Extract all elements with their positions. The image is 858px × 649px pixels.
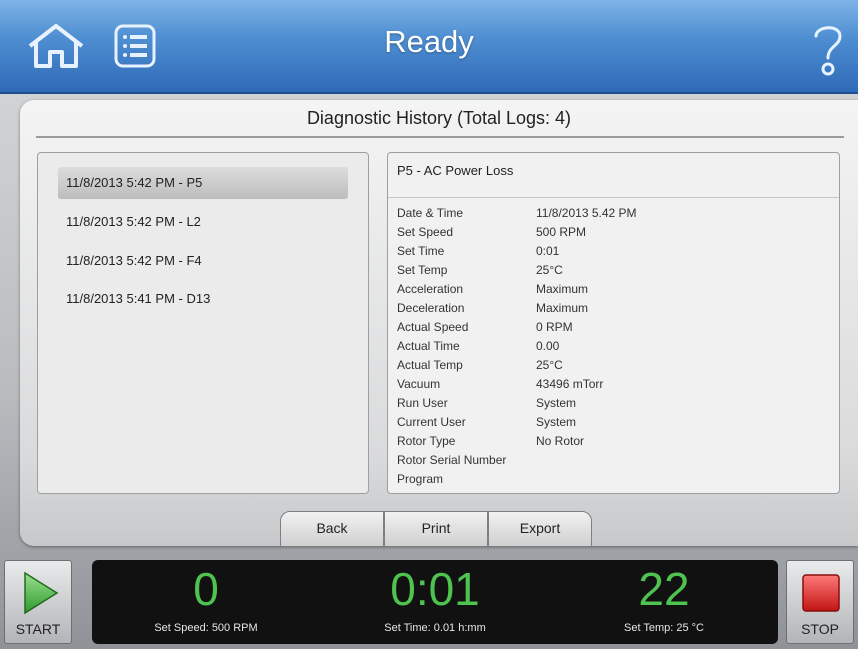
- detail-row: Set Time 0:01: [397, 242, 827, 261]
- detail-value: 11/8/2013 5.42 PM: [536, 206, 637, 220]
- detail-row: Actual Temp 25°C: [397, 356, 827, 375]
- detail-label: Actual Speed: [397, 320, 469, 334]
- detail-value: 0.00: [536, 339, 560, 353]
- detail-heading: P5 - AC Power Loss: [397, 163, 514, 178]
- detail-row: Date & Time 11/8/2013 5.42 PM: [397, 204, 827, 223]
- divider: [36, 136, 844, 138]
- speed-caption: Set Speed: 500 RPM: [154, 622, 258, 634]
- detail-row: Set Temp 25°C: [397, 261, 827, 280]
- detail-label: Deceleration: [397, 301, 465, 315]
- detail-rows: Date & Time 11/8/2013 5.42 PM Set Speed 50…: [397, 204, 827, 489]
- start-button[interactable]: START: [4, 560, 72, 644]
- detail-label: Set Speed: [397, 225, 454, 239]
- speed-value: 0: [193, 563, 219, 615]
- detail-value: No Rotor: [536, 434, 585, 448]
- detail-value: 25°C: [536, 263, 563, 277]
- page-title: Ready: [384, 24, 474, 59]
- stop-label: STOP: [801, 621, 839, 637]
- detail-label: Program: [397, 472, 444, 486]
- detail-value: System: [536, 396, 577, 410]
- detail-label: Set Temp: [397, 263, 448, 277]
- divider: [388, 197, 839, 198]
- log-item[interactable]: 11/8/2013 5:42 PM - P5: [58, 167, 348, 199]
- detail-row: Actual Speed 0 RPM: [397, 318, 827, 337]
- detail-label: Actual Time: [397, 339, 460, 353]
- detail-label: Run User: [397, 396, 448, 410]
- detail-label: Vacuum: [397, 377, 441, 391]
- back-button[interactable]: Back: [280, 511, 384, 547]
- temp-readout: 22 Set Temp: 25 °C: [550, 562, 778, 634]
- detail-row: Current User System: [397, 413, 827, 432]
- stop-button[interactable]: STOP: [786, 560, 854, 644]
- detail-value: 0 RPM: [536, 320, 573, 334]
- detail-label: Actual Temp: [397, 358, 463, 372]
- diagnostic-history-panel: Diagnostic History (Total Logs: 4) 11/8/…: [20, 100, 858, 547]
- detail-row: Rotor Serial Number: [397, 451, 827, 470]
- stop-square-icon: [802, 574, 840, 612]
- start-label: START: [15, 621, 61, 637]
- speed-readout: 0 Set Speed: 500 RPM: [92, 562, 320, 634]
- run-status-panel: 0 Set Speed: 500 RPM 0:01 Set Time: 0.01…: [92, 560, 778, 644]
- log-detail-panel: P5 - AC Power Loss Date & Time 11/8/2013 …: [387, 152, 840, 494]
- detail-label: Set Time: [397, 244, 445, 258]
- detail-row: Deceleration Maximum: [397, 299, 827, 318]
- print-button[interactable]: Print: [384, 511, 488, 547]
- time-value: 0:01: [390, 563, 480, 615]
- detail-row: Program: [397, 470, 827, 489]
- detail-value: 43496 mTorr: [536, 377, 604, 391]
- time-caption: Set Time: 0.01 h:mm: [384, 622, 486, 634]
- detail-row: Rotor Type No Rotor: [397, 432, 827, 451]
- time-readout: 0:01 Set Time: 0.01 h:mm: [321, 562, 549, 634]
- help-button[interactable]: [810, 20, 846, 78]
- detail-row: Acceleration Maximum: [397, 280, 827, 299]
- detail-value: Maximum: [536, 282, 589, 296]
- detail-row: Actual Time 0.00: [397, 337, 827, 356]
- detail-label: Rotor Serial Number: [397, 453, 507, 467]
- header-bar: Ready: [0, 0, 858, 94]
- play-triangle-icon: [24, 571, 59, 615]
- detail-row: Vacuum 43496 mTorr: [397, 375, 827, 394]
- detail-label: Date & Time: [397, 206, 464, 220]
- detail-row: Set Speed 500 RPM: [397, 223, 827, 242]
- question-mark-icon: [814, 26, 842, 76]
- detail-value: 25°C: [536, 358, 563, 372]
- log-item[interactable]: 11/8/2013 5:42 PM - L2: [58, 206, 348, 238]
- detail-label: Current User: [397, 415, 466, 429]
- log-item[interactable]: 11/8/2013 5:41 PM - D13: [58, 283, 348, 315]
- temp-value: 22: [638, 563, 690, 615]
- detail-row: Run User System: [397, 394, 827, 413]
- log-list[interactable]: 11/8/2013 5:42 PM - P5 11/8/2013 5:42 PM…: [37, 152, 369, 494]
- detail-value: 500 RPM: [536, 225, 587, 239]
- panel-title: Diagnostic History (Total Logs: 4): [306, 108, 572, 128]
- detail-label: Acceleration: [397, 282, 464, 296]
- action-button-bar: Back Print Export: [280, 511, 600, 547]
- export-button[interactable]: Export: [488, 511, 592, 547]
- detail-value: Maximum: [536, 301, 589, 315]
- detail-label: Rotor Type: [397, 434, 456, 448]
- detail-value: 0:01: [536, 244, 560, 258]
- log-item[interactable]: 11/8/2013 5:42 PM - F4: [58, 245, 348, 277]
- temp-caption: Set Temp: 25 °C: [623, 622, 704, 634]
- detail-value: System: [536, 415, 577, 429]
